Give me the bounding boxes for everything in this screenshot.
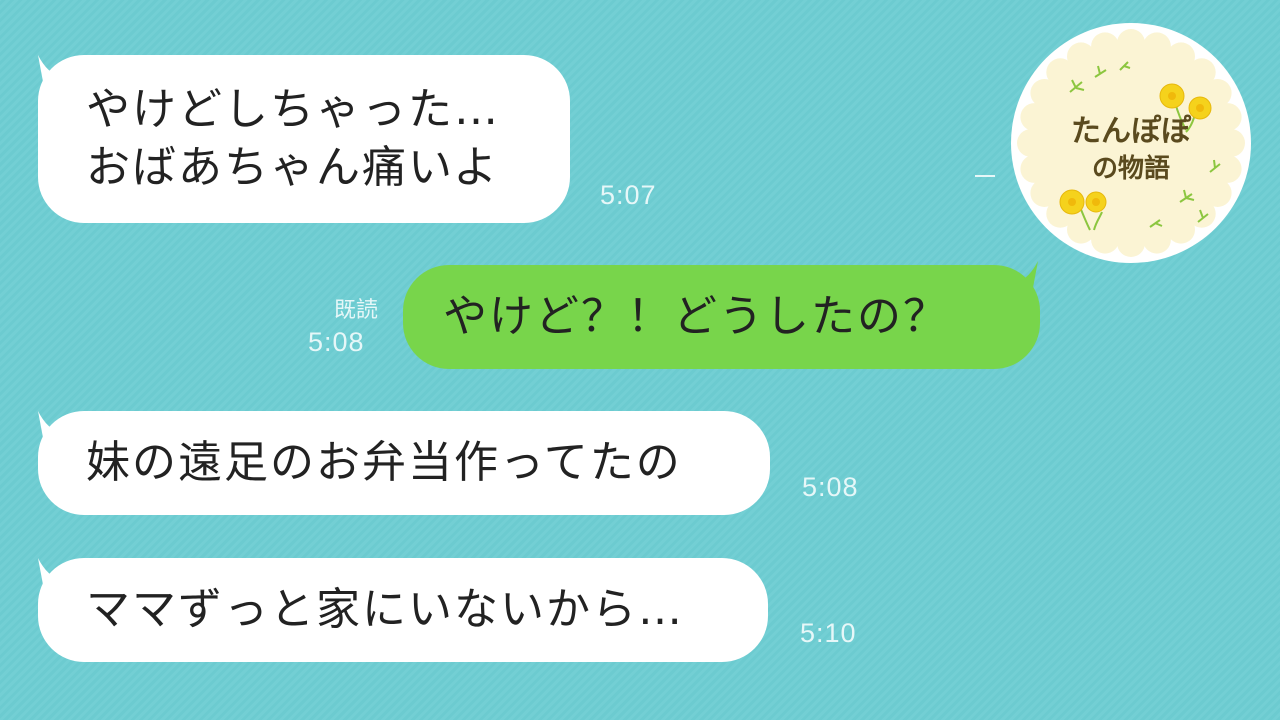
- chat-view: やけどしちゃった… おばあちゃん痛いよ 5:07 既読 5:08 やけど？！どう…: [0, 0, 1280, 720]
- message-time: 5:10: [800, 618, 857, 648]
- read-receipt: 既読: [333, 298, 378, 323]
- message-bubble-incoming[interactable]: やけどしちゃった… おばあちゃん痛いよ: [38, 55, 570, 223]
- bubble-tail: [1012, 261, 1038, 293]
- message-bubble-incoming[interactable]: 妹の遠足のお弁当作ってたの: [38, 411, 770, 515]
- message-bubble-outgoing[interactable]: やけど？！どうしたの？: [403, 261, 1040, 369]
- message-text: やけど？！どうしたの？: [443, 290, 949, 342]
- message-time: 5:08: [308, 327, 365, 357]
- badge-subtitle: の物語: [1091, 154, 1170, 184]
- bubble-tail: [38, 411, 64, 443]
- bubble-tail: [38, 558, 64, 590]
- message-bubble-incoming[interactable]: ママずっと家にいないから…: [38, 558, 768, 662]
- dandelion-story-badge: たんぽぽ の物語: [1010, 22, 1252, 264]
- message-text: ママずっと家にいないから…: [86, 583, 684, 635]
- message-time: 5:07: [600, 180, 657, 210]
- bubble-tail: [38, 55, 64, 87]
- message-text: やけどしちゃった… おばあちゃん痛いよ: [86, 83, 500, 193]
- message-time: 5:08: [802, 472, 859, 502]
- message-text: 妹の遠足のお弁当作ってたの: [86, 436, 682, 488]
- badge-title: たんぽぽ: [1071, 114, 1191, 149]
- divider-mark: [975, 175, 995, 177]
